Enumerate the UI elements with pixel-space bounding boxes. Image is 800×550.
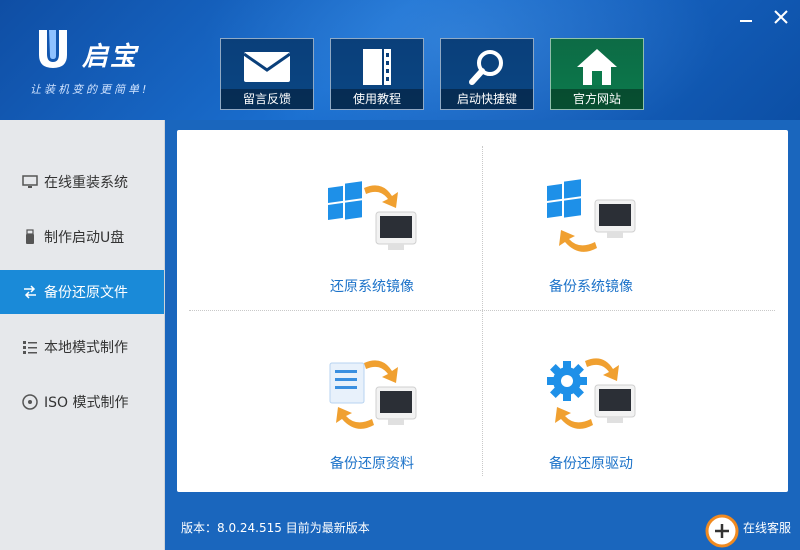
backup-restore-driver-button[interactable]: 备份还原驱动 xyxy=(491,355,691,495)
boot-hotkey-label: 启动快捷键 xyxy=(441,89,533,109)
usb-icon xyxy=(22,229,38,245)
sidebar-item-online-reinstall[interactable]: 在线重装系统 xyxy=(0,160,164,204)
backup-restore-data-button[interactable]: 备份还原资料 xyxy=(272,355,472,495)
logo-u-mark xyxy=(39,30,67,68)
official-site-button[interactable]: 官方网站 xyxy=(550,38,644,110)
main-panel: 还原系统镜像 备份系统镜像 备份还原资料 备份还原驱动 版本：8.0.24.51… xyxy=(165,120,800,550)
sidebar-item-make-usb[interactable]: 制作启动U盘 xyxy=(0,215,164,259)
magnifier-icon xyxy=(469,50,503,85)
feedback-label: 留言反馈 xyxy=(221,89,313,109)
app-logo: 启宝 让装机变的更简单! xyxy=(30,24,170,100)
list-icon xyxy=(22,339,38,355)
sidebar: 在线重装系统 制作启动U盘 备份还原文件 本地模式制作 ISO 模式制作 xyxy=(0,120,165,550)
slogan: 让装机变的更简单! xyxy=(30,83,150,96)
version-status: 版本：8.0.24.515 目前为最新版本 xyxy=(181,521,370,535)
sidebar-item-backup-restore[interactable]: 备份还原文件 xyxy=(0,270,164,314)
title-bar: 启宝 让装机变的更简单! 留言反馈 使用教程 启动快捷键 官方网站 xyxy=(0,0,800,120)
actions-card: 还原系统镜像 备份系统镜像 备份还原资料 备份还原驱动 xyxy=(177,130,788,492)
feedback-button[interactable]: 留言反馈 xyxy=(220,38,314,110)
close-button[interactable] xyxy=(770,6,792,28)
vertical-divider xyxy=(482,146,483,476)
sidebar-item-label: 本地模式制作 xyxy=(44,340,128,356)
close-icon xyxy=(774,10,788,24)
online-service-label: 在线客服 xyxy=(743,521,792,535)
monitor-icon xyxy=(22,174,38,190)
envelope-icon xyxy=(243,52,291,82)
backup-system-image-button[interactable]: 备份系统镜像 xyxy=(491,178,691,318)
pc-to-windows-icon xyxy=(547,179,636,252)
online-service-button[interactable]: 在线客服 xyxy=(705,510,800,550)
sidebar-item-label: 制作启动U盘 xyxy=(44,230,125,246)
sidebar-item-iso-mode[interactable]: ISO 模式制作 xyxy=(0,380,164,424)
boot-hotkey-button[interactable]: 启动快捷键 xyxy=(440,38,534,110)
home-icon xyxy=(577,49,617,85)
book-icon xyxy=(363,49,391,85)
minimize-button[interactable] xyxy=(735,6,757,28)
restore-system-image-label: 还原系统镜像 xyxy=(330,279,414,295)
headset-icon xyxy=(705,514,739,548)
restore-system-image-button[interactable]: 还原系统镜像 xyxy=(272,178,472,318)
disc-icon xyxy=(22,394,38,410)
backup-restore-data-label: 备份还原资料 xyxy=(330,456,414,472)
backup-system-image-label: 备份系统镜像 xyxy=(549,279,633,295)
sidebar-item-local-mode[interactable]: 本地模式制作 xyxy=(0,325,164,369)
sidebar-item-label: ISO 模式制作 xyxy=(44,395,129,411)
tutorial-button[interactable]: 使用教程 xyxy=(330,38,424,110)
backup-restore-driver-label: 备份还原驱动 xyxy=(549,456,633,472)
sidebar-item-label: 在线重装系统 xyxy=(44,175,128,191)
sidebar-item-label: 备份还原文件 xyxy=(44,285,128,301)
windows-to-pc-icon xyxy=(328,181,417,250)
backup-icon xyxy=(22,284,38,300)
official-site-label: 官方网站 xyxy=(551,89,643,109)
documents-sync-icon xyxy=(329,360,417,429)
logo-text: 启宝 xyxy=(82,42,139,72)
tutorial-label: 使用教程 xyxy=(331,89,423,109)
gear-sync-icon xyxy=(547,358,636,429)
minimize-icon xyxy=(740,20,752,22)
